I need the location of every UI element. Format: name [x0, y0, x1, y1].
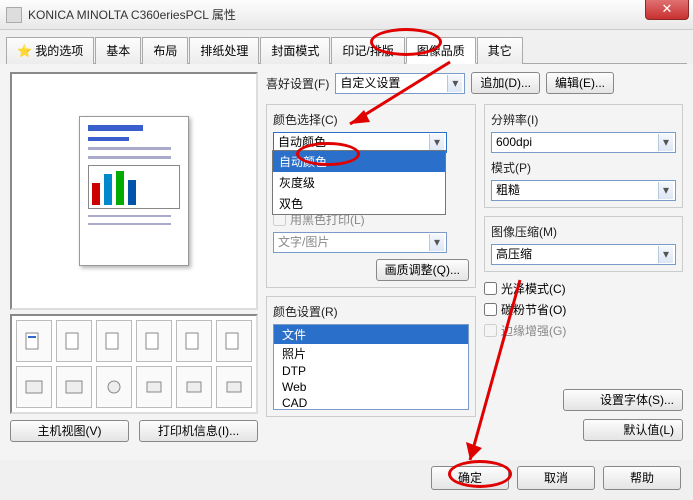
host-view-button[interactable]: 主机视图(V)	[10, 420, 129, 442]
tab-stamp[interactable]: 印记/排版	[331, 37, 404, 64]
tab-label: 我的选项	[35, 44, 83, 58]
favorite-label: 喜好设置(F)	[266, 75, 329, 92]
tab-basic[interactable]: 基本	[95, 37, 141, 64]
color-setting-listbox[interactable]: 文件 照片 DTP Web CAD	[273, 324, 469, 410]
thumb-item[interactable]	[96, 320, 132, 362]
edge-enhance-label: 边缘增强(G)	[501, 322, 566, 339]
toner-save-label: 碳粉节省(O)	[501, 301, 566, 318]
resolution-value: 600dpi	[496, 135, 532, 149]
default-button[interactable]: 默认值(L)	[583, 419, 683, 441]
printer-icon	[6, 7, 22, 23]
list-item-photo[interactable]: 照片	[274, 344, 468, 363]
content-area: 主机视图(V) 打印机信息(I)... 喜好设置(F) 自定义设置 追加(D).…	[0, 64, 693, 462]
titlebar: KONICA MINOLTA C360eriesPCL 属性 ✕	[0, 0, 693, 30]
mode-label: 模式(P)	[491, 159, 676, 176]
toner-save-checkbox[interactable]	[484, 303, 497, 316]
resolution-combo[interactable]: 600dpi	[491, 132, 676, 153]
dialog-footer: 确定 取消 帮助	[0, 460, 693, 496]
list-item-cad[interactable]: CAD	[274, 395, 468, 410]
edge-enhance-checkbox	[484, 324, 497, 337]
thumb-item[interactable]	[16, 320, 52, 362]
list-item-file[interactable]: 文件	[274, 325, 468, 344]
list-item-web[interactable]: Web	[274, 379, 468, 395]
tab-other[interactable]: 其它	[477, 37, 523, 64]
tab-cover[interactable]: 封面模式	[260, 37, 330, 64]
compress-value: 高压缩	[496, 247, 532, 261]
preview-column: 主机视图(V) 打印机信息(I)...	[10, 72, 258, 456]
thumb-item[interactable]	[56, 366, 92, 408]
mode-value: 粗糙	[496, 183, 520, 197]
thumb-item[interactable]	[96, 366, 132, 408]
thumb-item[interactable]	[176, 366, 212, 408]
window-title: KONICA MINOLTA C360eriesPCL 属性	[28, 6, 236, 23]
pattern-combo: 文字/图片	[273, 232, 447, 253]
compress-label: 图像压缩(M)	[491, 223, 676, 240]
color-select-value: 自动颜色	[278, 135, 326, 149]
color-opt-auto[interactable]: 自动颜色	[273, 151, 445, 172]
thumb-item[interactable]	[56, 320, 92, 362]
tab-paper[interactable]: 排纸处理	[189, 37, 259, 64]
gloss-label: 光泽模式(C)	[501, 280, 566, 297]
thumb-item[interactable]	[136, 366, 172, 408]
edit-favorite-button[interactable]: 编辑(E)...	[546, 72, 614, 94]
color-dropdown: 自动颜色 灰度级 双色	[272, 150, 446, 215]
favorite-value: 自定义设置	[340, 76, 400, 90]
thumb-item[interactable]	[136, 320, 172, 362]
color-column: 颜色选择(C) 自动颜色 自动颜色 灰度级 双色 用黑色打印(L) 文字/图片 …	[266, 104, 476, 456]
thumb-item[interactable]	[176, 320, 212, 362]
resolution-label: 分辨率(I)	[491, 111, 676, 128]
thumb-item[interactable]	[16, 366, 52, 408]
thumbnail-grid	[10, 314, 258, 414]
printer-info-button[interactable]: 打印机信息(I)...	[139, 420, 258, 442]
list-item-dtp[interactable]: DTP	[274, 363, 468, 379]
page-preview	[10, 72, 258, 310]
tab-strip: ⭐ 我的选项 基本 布局 排纸处理 封面模式 印记/排版 图像品质 其它	[6, 36, 687, 64]
tab-layout[interactable]: 布局	[142, 37, 188, 64]
color-select-label: 颜色选择(C)	[273, 111, 469, 128]
help-button[interactable]: 帮助	[603, 466, 681, 490]
favorite-combo[interactable]: 自定义设置	[335, 73, 465, 94]
cancel-button[interactable]: 取消	[517, 466, 595, 490]
gloss-checkbox[interactable]	[484, 282, 497, 295]
right-column: 分辨率(I) 600dpi 模式(P) 粗糙 图像压缩(M) 高压缩 光泽模式(…	[484, 104, 683, 456]
thumb-item[interactable]	[216, 320, 252, 362]
quality-adjust-button[interactable]: 画质调整(Q)...	[376, 259, 469, 281]
tab-image-quality[interactable]: 图像品质	[406, 37, 476, 64]
color-opt-twocolor[interactable]: 双色	[273, 193, 445, 214]
close-button[interactable]: ✕	[645, 0, 689, 20]
compress-combo[interactable]: 高压缩	[491, 244, 676, 265]
ok-button[interactable]: 确定	[431, 466, 509, 490]
mode-combo[interactable]: 粗糙	[491, 180, 676, 201]
add-favorite-button[interactable]: 追加(D)...	[471, 72, 540, 94]
thumb-item[interactable]	[216, 366, 252, 408]
font-settings-button[interactable]: 设置字体(S)...	[563, 389, 683, 411]
tab-my-options[interactable]: ⭐ 我的选项	[6, 37, 94, 64]
color-setting-label: 颜色设置(R)	[273, 303, 469, 320]
color-opt-gray[interactable]: 灰度级	[273, 172, 445, 193]
pattern-value: 文字/图片	[278, 235, 329, 249]
preview-page	[79, 116, 189, 266]
